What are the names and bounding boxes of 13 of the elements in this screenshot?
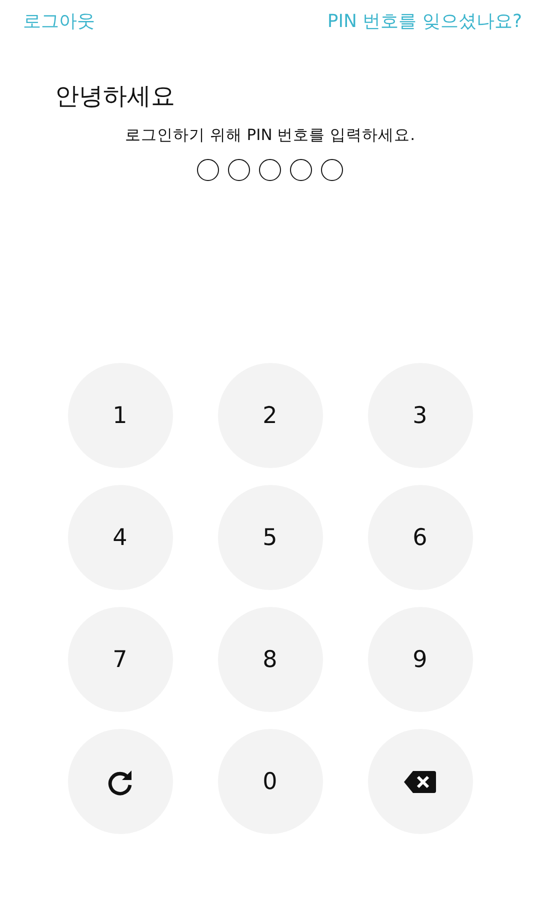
greeting: 안녕하세요	[55, 81, 176, 112]
digit-key[interactable]: 1	[68, 363, 172, 468]
digit-key[interactable]: 8	[218, 607, 322, 712]
digit-key[interactable]: 5	[218, 485, 322, 590]
instruction-text: 로그인하기 위해 PIN 번호를 입력하세요.	[124, 125, 416, 146]
digit-key[interactable]: 2	[218, 363, 322, 468]
digit-key[interactable]: 3	[368, 363, 472, 468]
digit-key[interactable]: 9	[368, 607, 472, 712]
digit-key[interactable]: 6	[368, 485, 472, 590]
backspace-icon	[404, 770, 436, 792]
digit-key[interactable]: 7	[68, 607, 172, 712]
digit-key[interactable]: 4	[68, 485, 172, 590]
digit-key[interactable]: 0	[218, 729, 322, 834]
